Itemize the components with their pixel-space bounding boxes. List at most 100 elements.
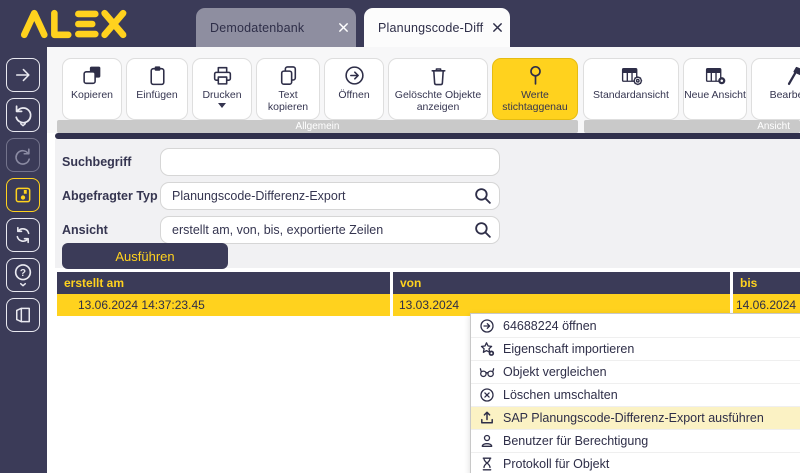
hourglass-icon bbox=[479, 456, 495, 472]
menu-item-toggle-delete[interactable]: Löschen umschalten bbox=[471, 383, 800, 406]
tab-label: Demodatenbank bbox=[196, 21, 330, 35]
view-label: Ansicht bbox=[62, 223, 162, 237]
show-deleted-objects-button[interactable]: Gelöschte Objekte anzeigen bbox=[388, 58, 488, 120]
button-label: Neue Ansicht bbox=[684, 89, 746, 101]
context-menu: 64688224 öffnen Eigenschaft importieren … bbox=[470, 313, 800, 473]
star-import-icon bbox=[479, 341, 495, 357]
view-input[interactable] bbox=[160, 216, 500, 244]
copy-button[interactable]: Kopieren bbox=[62, 58, 122, 120]
menu-item-compare-object[interactable]: Objekt vergleichen bbox=[471, 360, 800, 383]
button-label: Öffnen bbox=[338, 89, 369, 101]
werte-stichtaggenau-button[interactable]: Werte stichtaggenau bbox=[492, 58, 578, 120]
search-icon[interactable] bbox=[474, 221, 492, 239]
button-label: Gelöschte Objekte anzeigen bbox=[389, 89, 487, 114]
column-label: von bbox=[400, 276, 421, 290]
column-label: erstellt am bbox=[64, 276, 124, 290]
tab-demodatenbank[interactable]: Demodatenbank bbox=[196, 8, 356, 47]
menu-item-label: Eigenschaft importieren bbox=[503, 342, 634, 356]
tab-planungscode-differenz[interactable]: Planungscode-Differ… bbox=[364, 8, 510, 47]
grid-gear-icon bbox=[620, 64, 643, 87]
save-icon bbox=[13, 185, 33, 205]
search-term-label: Suchbegriff bbox=[62, 155, 162, 169]
new-view-button[interactable]: Neue Ansicht bbox=[683, 58, 747, 120]
button-label: Text kopieren bbox=[257, 89, 319, 114]
menu-item-import-property[interactable]: Eigenschaft importieren bbox=[471, 337, 800, 360]
button-label: Standardansicht bbox=[593, 89, 669, 101]
menu-item-label: Benutzer für Berechtigung bbox=[503, 434, 648, 448]
user-icon bbox=[479, 433, 495, 449]
refresh-icon bbox=[13, 225, 33, 245]
open-button[interactable]: Öffnen bbox=[324, 58, 384, 120]
arrow-right-icon bbox=[13, 65, 33, 85]
menu-item-label: SAP Planungscode-Differenz-Export ausfüh… bbox=[503, 411, 764, 425]
redo-button[interactable] bbox=[6, 138, 40, 172]
tab-label: Planungscode-Differ… bbox=[364, 21, 484, 35]
glasses-icon bbox=[479, 364, 495, 380]
pin-icon bbox=[524, 64, 547, 87]
column-label: bis bbox=[740, 276, 757, 290]
printer-icon bbox=[211, 64, 234, 87]
copy-text-button[interactable]: Text kopieren bbox=[256, 58, 320, 120]
column-header-von[interactable]: von bbox=[393, 272, 730, 294]
button-label: Kopieren bbox=[71, 89, 113, 101]
open-circle-icon bbox=[479, 318, 495, 334]
execute-button[interactable]: Ausführen bbox=[62, 243, 228, 269]
undo-button[interactable] bbox=[6, 98, 40, 132]
column-header-erstellt-am[interactable]: erstellt am bbox=[57, 272, 390, 294]
menu-item-user-authorization[interactable]: Benutzer für Berechtigung bbox=[471, 429, 800, 452]
menu-item-open-object[interactable]: 64688224 öffnen bbox=[471, 314, 800, 337]
menu-item-label: Löschen umschalten bbox=[503, 388, 618, 402]
search-term-input[interactable] bbox=[160, 148, 500, 176]
redo-icon bbox=[13, 145, 33, 165]
undo-icon bbox=[12, 103, 34, 127]
trash-icon bbox=[427, 64, 450, 87]
clipboard-icon bbox=[146, 64, 169, 87]
menu-item-object-protocol[interactable]: Protokoll für Objekt bbox=[471, 452, 800, 473]
print-button[interactable]: Drucken bbox=[192, 58, 252, 120]
menu-item-label: 64688224 öffnen bbox=[503, 319, 597, 333]
title-bar: Demodatenbank Planungscode-Differ… bbox=[0, 0, 800, 47]
search-icon[interactable] bbox=[474, 187, 492, 205]
paste-button[interactable]: Einfügen bbox=[126, 58, 188, 120]
queried-type-input[interactable] bbox=[160, 182, 500, 210]
save-button[interactable] bbox=[6, 178, 40, 212]
column-header-bis[interactable]: bis bbox=[733, 272, 800, 294]
hammer-icon bbox=[784, 64, 800, 87]
button-label: Werte stichtaggenau bbox=[493, 89, 577, 114]
refresh-button[interactable] bbox=[6, 218, 40, 252]
button-label: Drucken bbox=[202, 89, 241, 101]
table-row-cell-erstellt-am[interactable]: 13.06.2024 14:37:23.45 bbox=[57, 294, 390, 316]
help-button[interactable]: ? bbox=[6, 258, 40, 292]
copy-icon bbox=[81, 64, 104, 87]
dropdown-chevron-icon bbox=[218, 103, 226, 108]
grid-badge-icon bbox=[704, 64, 727, 87]
alex-logo-icon bbox=[12, 7, 140, 41]
menu-item-sap-export[interactable]: SAP Planungscode-Differenz-Export ausfüh… bbox=[471, 406, 800, 429]
x-circle-icon bbox=[479, 387, 495, 403]
toolbar-group-ansicht: Ansicht bbox=[584, 120, 800, 133]
menu-item-label: Protokoll für Objekt bbox=[503, 457, 609, 471]
open-circle-icon bbox=[343, 64, 366, 87]
left-sidebar: ? bbox=[0, 47, 47, 473]
group-label: Allgemein bbox=[296, 121, 340, 132]
tab-close-icon[interactable] bbox=[330, 22, 356, 33]
app-window: Demodatenbank Planungscode-Differ… bbox=[0, 0, 800, 473]
help-icon: ? bbox=[12, 263, 34, 287]
button-label: Bearbeiten bbox=[770, 89, 800, 101]
button-label: Einfügen bbox=[136, 89, 177, 101]
exit-door-icon bbox=[13, 305, 33, 325]
cell-value: 13.06.2024 14:37:23.45 bbox=[78, 298, 205, 312]
group-label: Ansicht bbox=[757, 121, 790, 132]
upload-icon bbox=[479, 410, 495, 426]
toolbar-group-allgemein: Allgemein bbox=[57, 120, 578, 133]
queried-type-label: Abgefragter Typ bbox=[62, 189, 162, 203]
forward-button[interactable] bbox=[6, 58, 40, 92]
edit-button[interactable]: Bearbeiten bbox=[751, 58, 800, 120]
standard-view-button[interactable]: Standardansicht bbox=[583, 58, 679, 120]
svg-text:?: ? bbox=[20, 268, 26, 279]
cell-value: 13.03.2024 bbox=[399, 298, 459, 312]
tab-close-icon[interactable] bbox=[484, 22, 510, 33]
exit-button[interactable] bbox=[6, 298, 40, 332]
cell-value: 14.06.2024 bbox=[736, 298, 796, 312]
menu-item-label: Objekt vergleichen bbox=[503, 365, 607, 379]
